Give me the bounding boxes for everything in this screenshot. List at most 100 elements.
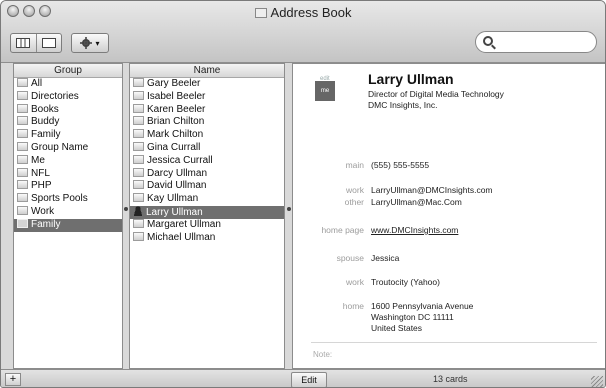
group-icon: [17, 167, 28, 177]
group-icon: [17, 78, 28, 87]
edit-button[interactable]: Edit: [291, 372, 327, 387]
contact-job-title: Director of Digital Media Technology: [368, 89, 504, 99]
card-count: 13 cards: [433, 374, 468, 384]
contact-card-icon: [133, 154, 144, 164]
home-address-line1[interactable]: 1600 Pennsylvania Avenue: [371, 301, 473, 311]
note-divider: [311, 342, 597, 343]
spouse-label: spouse: [336, 253, 364, 263]
contact-item[interactable]: Brian Chilton: [130, 116, 284, 129]
group-icon: [17, 103, 28, 113]
group-item[interactable]: NFL: [14, 167, 122, 181]
group-icon: [17, 193, 28, 203]
bottom-bar: + Edit 13 cards: [1, 369, 605, 387]
card-view-button[interactable]: [35, 34, 61, 52]
group-item[interactable]: Group Name: [14, 141, 122, 155]
home-address-line2[interactable]: Washington DC 11111: [371, 312, 454, 322]
group-item[interactable]: PHP: [14, 180, 122, 193]
group-icon: [17, 90, 28, 100]
search-icon: [483, 36, 493, 46]
home-address-label: home: [342, 301, 364, 311]
spouse-value[interactable]: Jessica: [371, 253, 399, 263]
contact-company: DMC Insights, Inc.: [368, 100, 438, 110]
phone-label: main: [345, 160, 364, 170]
phone-value[interactable]: (555) 555-5555: [371, 160, 429, 170]
group-icon: [17, 154, 28, 164]
work-email-value[interactable]: LarryUllman@DMCInsights.com: [371, 185, 493, 195]
groups-splitter-handle[interactable]: [124, 207, 128, 211]
homepage-field: home page www.DMCInsights.com: [293, 225, 605, 237]
group-item[interactable]: Books: [14, 103, 122, 117]
contact-card-icon: [133, 218, 144, 228]
other-email-value[interactable]: LarryUllman@Mac.Com: [371, 197, 462, 207]
contact-card-icon: [133, 141, 144, 151]
contact-item[interactable]: Jessica Currall: [130, 154, 284, 168]
group-item-selected[interactable]: Family: [14, 218, 122, 232]
spouse-field: spouse Jessica: [293, 253, 605, 265]
work-email-label: work: [346, 185, 364, 195]
smart-group-icon: [17, 218, 28, 228]
contact-item[interactable]: Kay Ullman: [130, 193, 284, 206]
contact-name: Larry Ullman: [368, 71, 454, 87]
groups-header[interactable]: Group: [14, 64, 122, 78]
groups-list: All Directories Books Buddy Family Group…: [14, 78, 122, 232]
contact-item[interactable]: Darcy Ullman: [130, 167, 284, 181]
group-icon: [17, 129, 28, 139]
phone-field: main (555) 555-5555: [293, 160, 605, 172]
group-item[interactable]: All: [14, 78, 122, 91]
names-column: Name Gary Beeler Isabel Beeler Karen Bee…: [129, 63, 285, 369]
gear-icon: [80, 37, 93, 49]
search-field[interactable]: [475, 31, 597, 53]
group-item[interactable]: Me: [14, 154, 122, 168]
contact-item[interactable]: Gary Beeler: [130, 78, 284, 91]
contact-card-icon: [133, 193, 144, 203]
group-item[interactable]: Sports Pools: [14, 193, 122, 206]
add-group-button[interactable]: +: [5, 373, 21, 386]
chevron-down-icon: ▾: [95, 38, 100, 48]
contact-card: edit me Larry Ullman Director of Digital…: [292, 63, 605, 369]
home-address-line3[interactable]: United States: [371, 323, 422, 333]
contact-item[interactable]: Isabel Beeler: [130, 90, 284, 104]
contact-item[interactable]: Margaret Ullman: [130, 218, 284, 232]
group-item[interactable]: Family: [14, 129, 122, 142]
homepage-label: home page: [321, 225, 364, 235]
homepage-link[interactable]: www.DMCInsights.com: [371, 225, 458, 235]
contact-card-icon: [133, 116, 144, 126]
group-icon: [17, 116, 28, 126]
work-label: work: [346, 277, 364, 287]
contact-item[interactable]: Michael Ullman: [130, 231, 284, 245]
names-header[interactable]: Name: [130, 64, 284, 78]
group-item[interactable]: Buddy: [14, 116, 122, 129]
person-icon: [133, 205, 143, 216]
group-item[interactable]: Work: [14, 205, 122, 219]
contact-item[interactable]: David Ullman: [130, 180, 284, 193]
column-view-icon: [16, 38, 31, 48]
search-input[interactable]: [498, 35, 590, 49]
title-bar: Address Book ▾: [1, 1, 605, 63]
address-book-window: Address Book ▾ Group All Directories Boo…: [0, 0, 606, 388]
other-email-field: other LarryUllman@Mac.Com: [293, 197, 605, 209]
contact-card-icon: [133, 167, 144, 177]
action-menu-button[interactable]: ▾: [71, 33, 109, 53]
contact-photo[interactable]: me: [315, 81, 335, 101]
resize-grip-icon[interactable]: [591, 376, 603, 387]
card-view-icon: [41, 38, 56, 48]
address-book-icon: [254, 8, 267, 18]
contact-card-icon: [133, 90, 144, 100]
work-value[interactable]: Troutocity (Yahoo): [371, 277, 440, 287]
view-toggle[interactable]: [10, 33, 62, 53]
work-email-field: work LarryUllman@DMCInsights.com: [293, 185, 605, 197]
group-icon: [17, 205, 28, 215]
contact-card-icon: [133, 103, 144, 113]
contact-item-selected[interactable]: Larry Ullman: [130, 205, 284, 219]
note-label[interactable]: Note:: [313, 350, 332, 359]
contact-item[interactable]: Mark Chilton: [130, 129, 284, 142]
groups-column: Group All Directories Books Buddy Family…: [13, 63, 123, 369]
names-splitter-handle[interactable]: [287, 207, 291, 211]
contact-item[interactable]: Karen Beeler: [130, 103, 284, 117]
names-list: Gary Beeler Isabel Beeler Karen Beeler B…: [130, 78, 284, 244]
column-view-button[interactable]: [11, 34, 36, 52]
work-field: work Troutocity (Yahoo): [293, 277, 605, 289]
other-email-label: other: [344, 197, 364, 207]
group-item[interactable]: Directories: [14, 90, 122, 104]
contact-item[interactable]: Gina Currall: [130, 141, 284, 155]
